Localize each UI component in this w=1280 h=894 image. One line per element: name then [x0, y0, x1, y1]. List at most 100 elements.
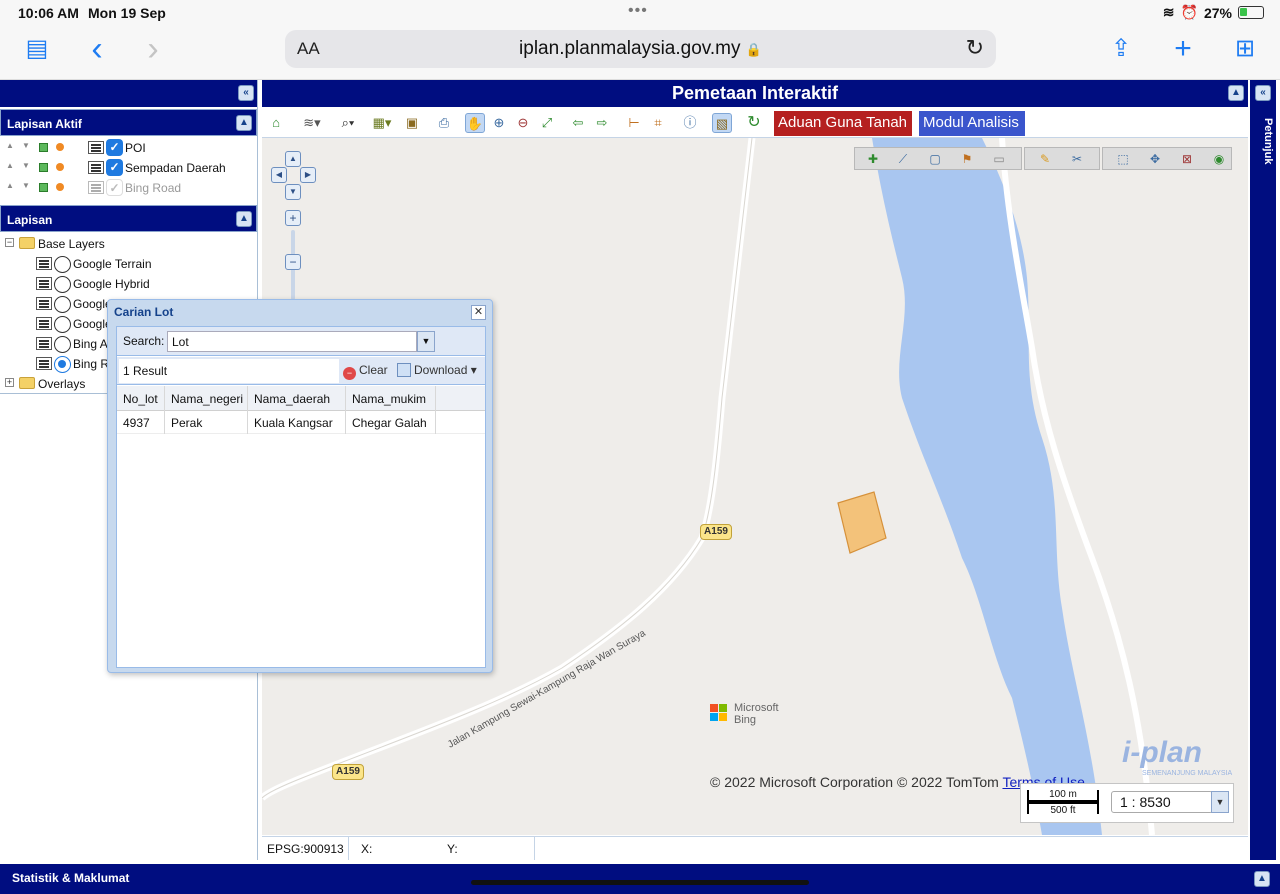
collapse-lapisan-icon[interactable]: ▲ [236, 211, 252, 227]
petunjuk-title[interactable]: Petunjuk [1252, 118, 1274, 178]
collapse-lapisan-aktif-icon[interactable]: ▲ [236, 115, 252, 131]
column-header[interactable]: Nama_mukim [346, 386, 436, 411]
grid-dropdown-icon[interactable]: ▦▾ [368, 113, 396, 133]
legend-icon[interactable] [36, 337, 52, 350]
measure-icon[interactable]: ⊢ [624, 113, 644, 133]
layer-visible-icon[interactable] [39, 143, 48, 152]
share-icon[interactable]: ⇪ [1104, 34, 1138, 64]
move-down-icon[interactable]: ▼ [22, 181, 30, 190]
collapse-node-icon[interactable]: − [5, 238, 14, 247]
legend-icon[interactable] [36, 277, 52, 290]
legend-icon[interactable] [36, 257, 52, 270]
forward-icon[interactable]: › [136, 32, 170, 66]
crop-icon[interactable]: ⌗ [648, 113, 668, 133]
back-icon[interactable]: ‹ [80, 32, 114, 66]
layer-radio[interactable] [54, 296, 71, 313]
column-header[interactable]: Nama_negeri [165, 386, 248, 411]
legend-icon[interactable] [88, 141, 104, 154]
pan-right-icon[interactable]: ▶ [300, 167, 316, 183]
modul-analisis-button[interactable]: Modul Analisis [919, 111, 1025, 136]
next-extent-icon[interactable]: ⇨ [592, 113, 612, 133]
zoom-slider-handle[interactable]: − [285, 254, 301, 270]
zoom-in-tool-icon[interactable]: ⊕ [489, 113, 509, 133]
column-header[interactable]: Nama_daerah [248, 386, 346, 411]
expand-node-icon[interactable]: + [5, 378, 14, 387]
base-layer-row[interactable]: Google Terrain [0, 254, 257, 274]
layer-visible-icon[interactable] [39, 183, 48, 192]
chevron-down-icon[interactable]: ▼ [417, 331, 435, 352]
reload-icon[interactable]: ↻ [966, 35, 984, 61]
move-up-icon[interactable]: ▲ [6, 161, 14, 170]
add-text-icon[interactable]: ▭ [991, 151, 1007, 167]
move-down-icon[interactable]: ▼ [22, 141, 30, 150]
pencil-icon[interactable]: ✎ [1037, 151, 1053, 167]
expand-statistik-icon[interactable]: ▲ [1254, 871, 1270, 887]
print-icon[interactable]: ⎙ [434, 113, 454, 133]
move-feature-icon[interactable]: ✥ [1147, 151, 1163, 167]
legend-icon[interactable] [36, 317, 52, 330]
scale-select[interactable]: 1 : 8530 [1111, 791, 1213, 813]
address-bar[interactable]: AA iplan.planmalaysia.gov.my 🔒 ↻ [285, 30, 996, 68]
collapse-left-icon[interactable]: « [238, 85, 254, 101]
remove-layer-icon[interactable] [56, 143, 64, 151]
home-icon[interactable]: ⌂ [266, 113, 286, 133]
table-row[interactable]: 4937 Perak Kuala Kangsar Chegar Galah [117, 411, 485, 434]
legend-icon[interactable] [88, 161, 104, 174]
tabs-overview-icon[interactable]: ⊞ [1228, 34, 1262, 64]
pan-up-icon[interactable]: ▲ [285, 151, 301, 167]
move-up-icon[interactable]: ▲ [6, 181, 14, 190]
info-icon[interactable]: ⓘ [680, 113, 700, 133]
legend-icon[interactable] [88, 181, 104, 194]
base-layer-row[interactable]: Google Hybrid [0, 274, 257, 294]
modify-feature-icon[interactable]: ⚑ [959, 151, 975, 167]
layer-checkbox[interactable]: ✓ [106, 139, 123, 156]
sidebar-toggle-icon[interactable]: ▤ [20, 34, 54, 64]
layer-radio[interactable] [54, 356, 71, 373]
layers-dropdown-icon[interactable]: ≋▾ [298, 113, 326, 133]
layer-radio[interactable] [54, 316, 71, 333]
layer-checkbox[interactable]: ✓ [106, 159, 123, 176]
pan-left-icon[interactable]: ◀ [271, 167, 287, 183]
previous-extent-icon[interactable]: ⇦ [568, 113, 588, 133]
layer-visible-icon[interactable] [39, 163, 48, 172]
zoom-out-tool-icon[interactable]: ⊖ [513, 113, 533, 133]
move-up-icon[interactable]: ▲ [6, 141, 14, 150]
aduan-guna-tanah-button[interactable]: Aduan Guna Tanah [774, 111, 912, 136]
multitask-dots[interactable]: ••• [628, 2, 648, 20]
map-export-icon[interactable]: ▣ [402, 113, 422, 133]
delete-feature-icon[interactable]: ⊠ [1179, 151, 1195, 167]
pan-down-icon[interactable]: ▼ [285, 184, 301, 200]
layer-checkbox[interactable]: ✓ [106, 179, 123, 196]
download-button[interactable]: Download ▾ [397, 363, 477, 377]
legend-icon[interactable] [36, 357, 52, 370]
new-tab-icon[interactable]: + [1166, 34, 1200, 64]
column-header[interactable]: No_lot [117, 386, 165, 411]
collapse-right-icon[interactable]: « [1255, 85, 1271, 101]
tree-node-base-layers[interactable]: − Base Layers [0, 234, 257, 254]
collapse-map-header-icon[interactable]: ▲ [1228, 85, 1244, 101]
layer-radio[interactable] [54, 336, 71, 353]
statistik-panel-header[interactable]: Statistik & Maklumat ▲ [0, 864, 1280, 894]
full-extent-icon[interactable]: ⤢ [537, 113, 557, 133]
cut-icon[interactable]: ✂ [1069, 151, 1085, 167]
globe-icon[interactable]: ◉ [1211, 151, 1227, 167]
pan-hand-icon[interactable]: ✋ [465, 113, 485, 133]
layer-radio[interactable] [54, 276, 71, 293]
close-icon[interactable]: ✕ [471, 305, 486, 320]
zoom-in-icon[interactable]: + [285, 210, 301, 226]
clear-button[interactable]: − Clear [343, 363, 388, 380]
add-line-icon[interactable]: ⟋ [895, 151, 911, 167]
add-polygon-icon[interactable]: ▢ [927, 151, 943, 167]
chevron-down-icon[interactable]: ▼ [1211, 791, 1229, 813]
add-point-icon[interactable]: ✚ [865, 151, 881, 167]
refresh-icon[interactable]: ↻ [744, 113, 764, 133]
search-dropdown-icon[interactable]: ⌕▾ [334, 113, 362, 133]
layer-radio[interactable] [54, 256, 71, 273]
select-feature-icon[interactable]: ⬚ [1115, 151, 1131, 167]
select-lot-icon[interactable]: ▧ [712, 113, 732, 133]
search-input[interactable]: Lot [167, 331, 417, 352]
legend-icon[interactable] [36, 297, 52, 310]
remove-layer-icon[interactable] [56, 183, 64, 191]
move-down-icon[interactable]: ▼ [22, 161, 30, 170]
remove-layer-icon[interactable] [56, 163, 64, 171]
